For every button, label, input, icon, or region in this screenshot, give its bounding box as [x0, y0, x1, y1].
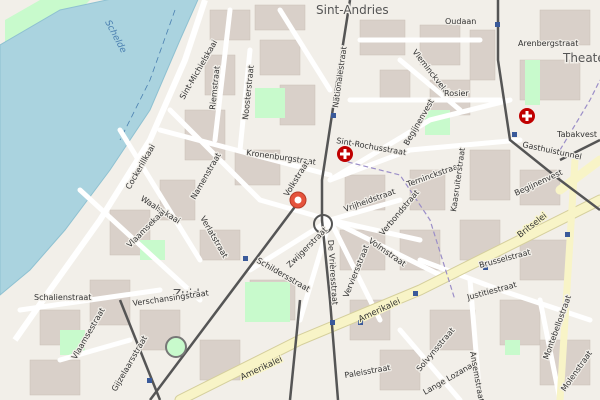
district-label-north: Sint-Andries	[316, 3, 389, 17]
street-label-arenbergstraat: Arenbergstraat	[518, 39, 578, 48]
location-marker-icon[interactable]	[289, 191, 307, 209]
hospital-icon[interactable]	[519, 108, 535, 124]
street-label-schalienstraat: Schalienstraat	[34, 293, 91, 302]
district-label-east: Theate	[562, 51, 600, 65]
street-label-oudaan: Oudaan	[445, 17, 476, 26]
roundabout-south	[165, 336, 187, 358]
hospital-icon[interactable]	[337, 146, 353, 162]
street-label-rosier: Rosier	[444, 89, 469, 98]
street-label-tabakvest: Tabakvest	[556, 130, 597, 139]
map-canvas[interactable]: Sint-Andries Zuid Theate Schelde Oudaan …	[0, 0, 600, 400]
